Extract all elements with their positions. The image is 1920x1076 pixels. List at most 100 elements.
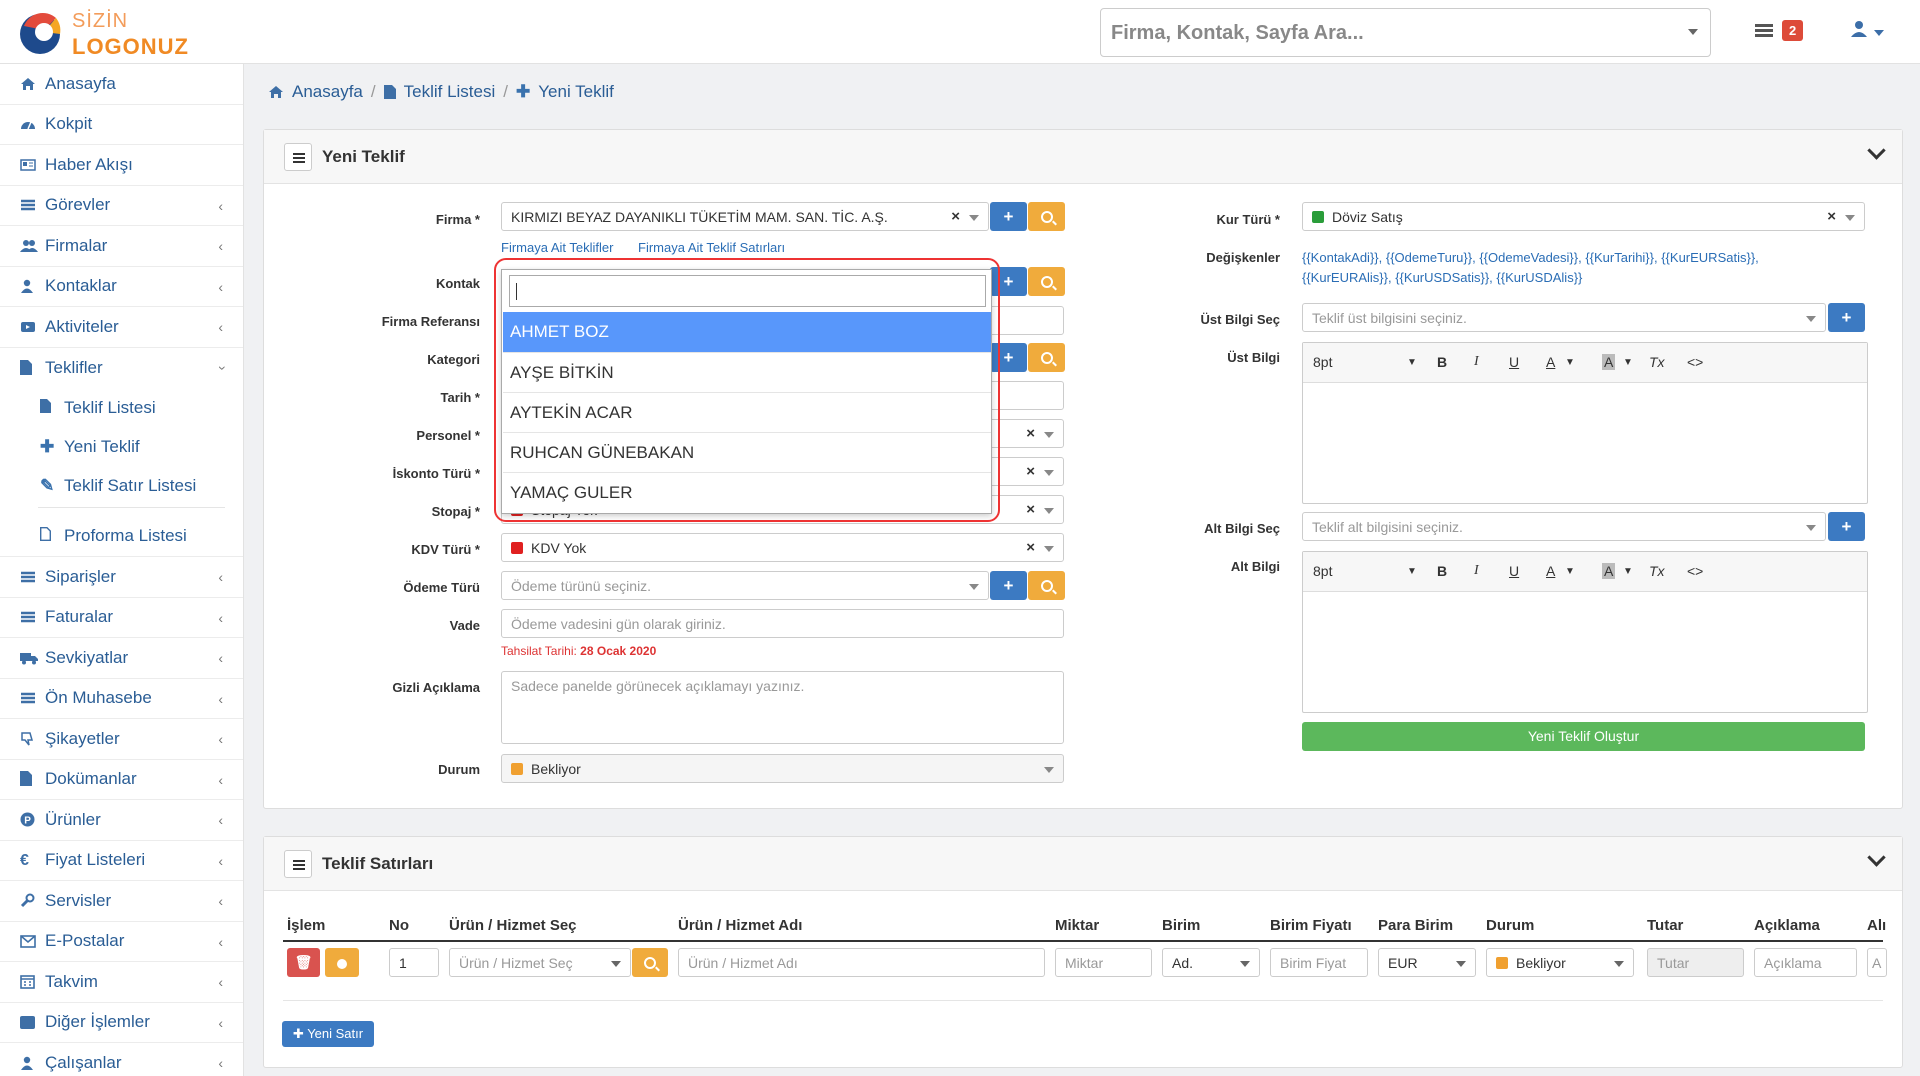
breadcrumb-teklif-listesi-link[interactable]: Teklif Listesi: [404, 82, 496, 102]
sidebar-item-aktiviteler[interactable]: Aktiviteler ‹: [0, 307, 243, 348]
notifications-button[interactable]: 2: [1755, 20, 1815, 44]
search-kategori-button[interactable]: [1028, 343, 1065, 372]
create-offer-button[interactable]: Yeni Teklif Oluştur: [1302, 722, 1865, 751]
sidebar-item-on-muhasebe[interactable]: Ön Muhasebe ‹: [0, 679, 243, 719]
add-ust-bilgi-button[interactable]: +: [1828, 303, 1865, 332]
sidebar-subitem-teklif-satir-listesi[interactable]: ✎ Teklif Satır Listesi: [0, 466, 243, 505]
bold-icon[interactable]: B: [1437, 354, 1447, 370]
font-color-icon[interactable]: A: [1546, 563, 1555, 579]
row-status-button[interactable]: [325, 948, 359, 977]
kontak-option[interactable]: RUHCAN GÜNEBAKAN: [503, 432, 991, 472]
sidebar-item-e-postalar[interactable]: E-Postalar ‹: [0, 922, 243, 962]
italic-icon[interactable]: I: [1474, 354, 1479, 370]
alt-bilgi-select[interactable]: Teklif alt bilgisini seçiniz.: [1302, 512, 1826, 541]
font-size-select[interactable]: 8pt: [1313, 563, 1332, 579]
sidebar-subitem-proforma-listesi[interactable]: Proforma Listesi: [0, 516, 243, 557]
sidebar-item-gorevler[interactable]: Görevler ‹: [0, 186, 243, 226]
add-kategori-button[interactable]: +: [990, 343, 1027, 372]
kontak-option[interactable]: YAMAÇ GULER: [503, 472, 991, 512]
breadcrumb-home-link[interactable]: Anasayfa: [292, 82, 363, 102]
italic-icon[interactable]: I: [1474, 563, 1479, 579]
sidebar-item-sevkiyatlar[interactable]: Sevkiyatlar ‹: [0, 638, 243, 679]
sidebar-item-faturalar[interactable]: Faturalar ‹: [0, 598, 243, 638]
bold-icon[interactable]: B: [1437, 563, 1447, 579]
clear-icon[interactable]: ×: [951, 208, 960, 225]
urun-adi-input[interactable]: Ürün / Hizmet Adı: [678, 948, 1045, 977]
search-odeme-button[interactable]: [1028, 571, 1065, 600]
sidebar-item-anasayfa[interactable]: Anasayfa: [0, 64, 243, 105]
odeme-turu-select[interactable]: Ödeme türünü seçiniz.: [501, 571, 989, 600]
add-alt-bilgi-button[interactable]: +: [1828, 512, 1865, 541]
sidebar-subitem-yeni-teklif[interactable]: ✚ Yeni Teklif: [0, 427, 243, 466]
sidebar-item-kontaklar[interactable]: Kontaklar ‹: [0, 267, 243, 307]
firma-select[interactable]: KIRMIZI BEYAZ DAYANIKLI TÜKETİM MAM. SAN…: [501, 202, 989, 231]
sidebar-item-takvim[interactable]: Takvim ‹: [0, 962, 243, 1003]
sidebar-item-kokpit[interactable]: Kokpit: [0, 105, 243, 145]
clear-icon[interactable]: ×: [1026, 425, 1035, 442]
miktar-input[interactable]: Miktar: [1055, 948, 1152, 977]
kur-turu-select[interactable]: Döviz Satış ×: [1302, 202, 1865, 231]
kdv-turu-select[interactable]: KDV Yok ×: [501, 533, 1064, 562]
menu-icon[interactable]: [284, 850, 312, 878]
sidebar-item-diger-islemler[interactable]: Diğer İşlemler ‹: [0, 1003, 243, 1043]
firma-offer-lines-link[interactable]: Firmaya Ait Teklif Satırları: [638, 240, 785, 255]
user-menu-button[interactable]: [1850, 20, 1890, 44]
row-no-input[interactable]: 1: [389, 948, 439, 977]
row-durum-select[interactable]: Bekliyor: [1486, 948, 1634, 977]
kontak-search-input[interactable]: [509, 275, 986, 307]
sidebar-item-calisanlar[interactable]: Çalışanlar ‹: [0, 1043, 243, 1076]
add-firma-button[interactable]: +: [990, 202, 1027, 231]
sidebar-item-fiyat-listeleri[interactable]: € Fiyat Listeleri ‹: [0, 841, 243, 881]
highlight-color-icon[interactable]: A: [1602, 354, 1616, 370]
firma-offers-link[interactable]: Firmaya Ait Teklifler: [501, 240, 613, 255]
search-firma-button[interactable]: [1028, 202, 1065, 231]
highlight-color-icon[interactable]: A: [1602, 563, 1616, 579]
underline-icon[interactable]: U: [1509, 354, 1519, 370]
birim-fiyat-input[interactable]: Birim Fiyat: [1270, 948, 1368, 977]
clear-format-icon[interactable]: Tx: [1649, 354, 1665, 370]
tutar-input[interactable]: Tutar: [1647, 948, 1744, 977]
collapse-chevron-icon[interactable]: [1868, 144, 1884, 160]
kontak-option[interactable]: AYŞE BİTKİN: [503, 352, 991, 392]
alt-bilgi-editor[interactable]: 8pt ▼ B I U A ▼ A ▼ Tx <>: [1302, 551, 1868, 713]
sidebar-item-haber-akisi[interactable]: Haber Akışı: [0, 145, 243, 186]
sidebar-item-firmalar[interactable]: Firmalar ‹: [0, 226, 243, 267]
breadcrumb-current[interactable]: Yeni Teklif: [538, 82, 614, 102]
logo[interactable]: SİZİN LOGONUZ: [18, 8, 188, 59]
sidebar-item-dokumanlar[interactable]: Dokümanlar ‹: [0, 760, 243, 800]
sidebar-subitem-teklif-listesi[interactable]: Teklif Listesi: [0, 388, 243, 427]
underline-icon[interactable]: U: [1509, 563, 1519, 579]
ust-bilgi-select[interactable]: Teklif üst bilgisini seçiniz.: [1302, 303, 1826, 332]
sidebar-item-teklifler[interactable]: Teklifler ‹: [0, 348, 243, 389]
clear-icon[interactable]: ×: [1827, 208, 1836, 225]
code-view-icon[interactable]: <>: [1687, 563, 1703, 579]
search-kontak-button[interactable]: [1028, 267, 1065, 296]
delete-row-button[interactable]: 🗑: [287, 948, 320, 977]
collapse-chevron-icon[interactable]: [1868, 851, 1884, 867]
clear-format-icon[interactable]: Tx: [1649, 563, 1665, 579]
clear-icon[interactable]: ×: [1026, 539, 1035, 556]
kontak-option[interactable]: AYTEKİN ACAR: [503, 392, 991, 432]
sidebar-item-sikayetler[interactable]: Şikayetler ‹: [0, 719, 243, 760]
sidebar-item-servisler[interactable]: Servisler ‹: [0, 881, 243, 922]
kontak-option[interactable]: AHMET BOZ: [503, 312, 991, 352]
search-urun-button[interactable]: [632, 948, 668, 977]
sidebar-item-siparisler[interactable]: Siparişler ‹: [0, 557, 243, 598]
birim-select[interactable]: Ad.: [1162, 948, 1260, 977]
font-color-icon[interactable]: A: [1546, 354, 1555, 370]
code-view-icon[interactable]: <>: [1687, 354, 1703, 370]
menu-icon[interactable]: [284, 143, 312, 171]
gizli-aciklama-textarea[interactable]: Sadece panelde görünecek açıklamayı yazı…: [501, 671, 1064, 744]
global-search-select[interactable]: Firma, Kontak, Sayfa Ara...: [1100, 8, 1711, 57]
durum-select[interactable]: Bekliyor: [501, 754, 1064, 783]
font-size-select[interactable]: 8pt: [1313, 354, 1332, 370]
vade-input[interactable]: Ödeme vadesini gün olarak giriniz.: [501, 609, 1064, 638]
add-odeme-button[interactable]: +: [990, 571, 1027, 600]
ali-input[interactable]: A: [1867, 948, 1887, 977]
para-birim-select[interactable]: EUR: [1378, 948, 1476, 977]
clear-icon[interactable]: ×: [1026, 501, 1035, 518]
sidebar-item-urunler[interactable]: P Ürünler ‹: [0, 800, 243, 841]
add-kontak-button[interactable]: +: [990, 267, 1027, 296]
urun-sec-select[interactable]: Ürün / Hizmet Seç: [449, 948, 631, 977]
add-row-button[interactable]: ✚ Yeni Satır: [282, 1021, 374, 1047]
